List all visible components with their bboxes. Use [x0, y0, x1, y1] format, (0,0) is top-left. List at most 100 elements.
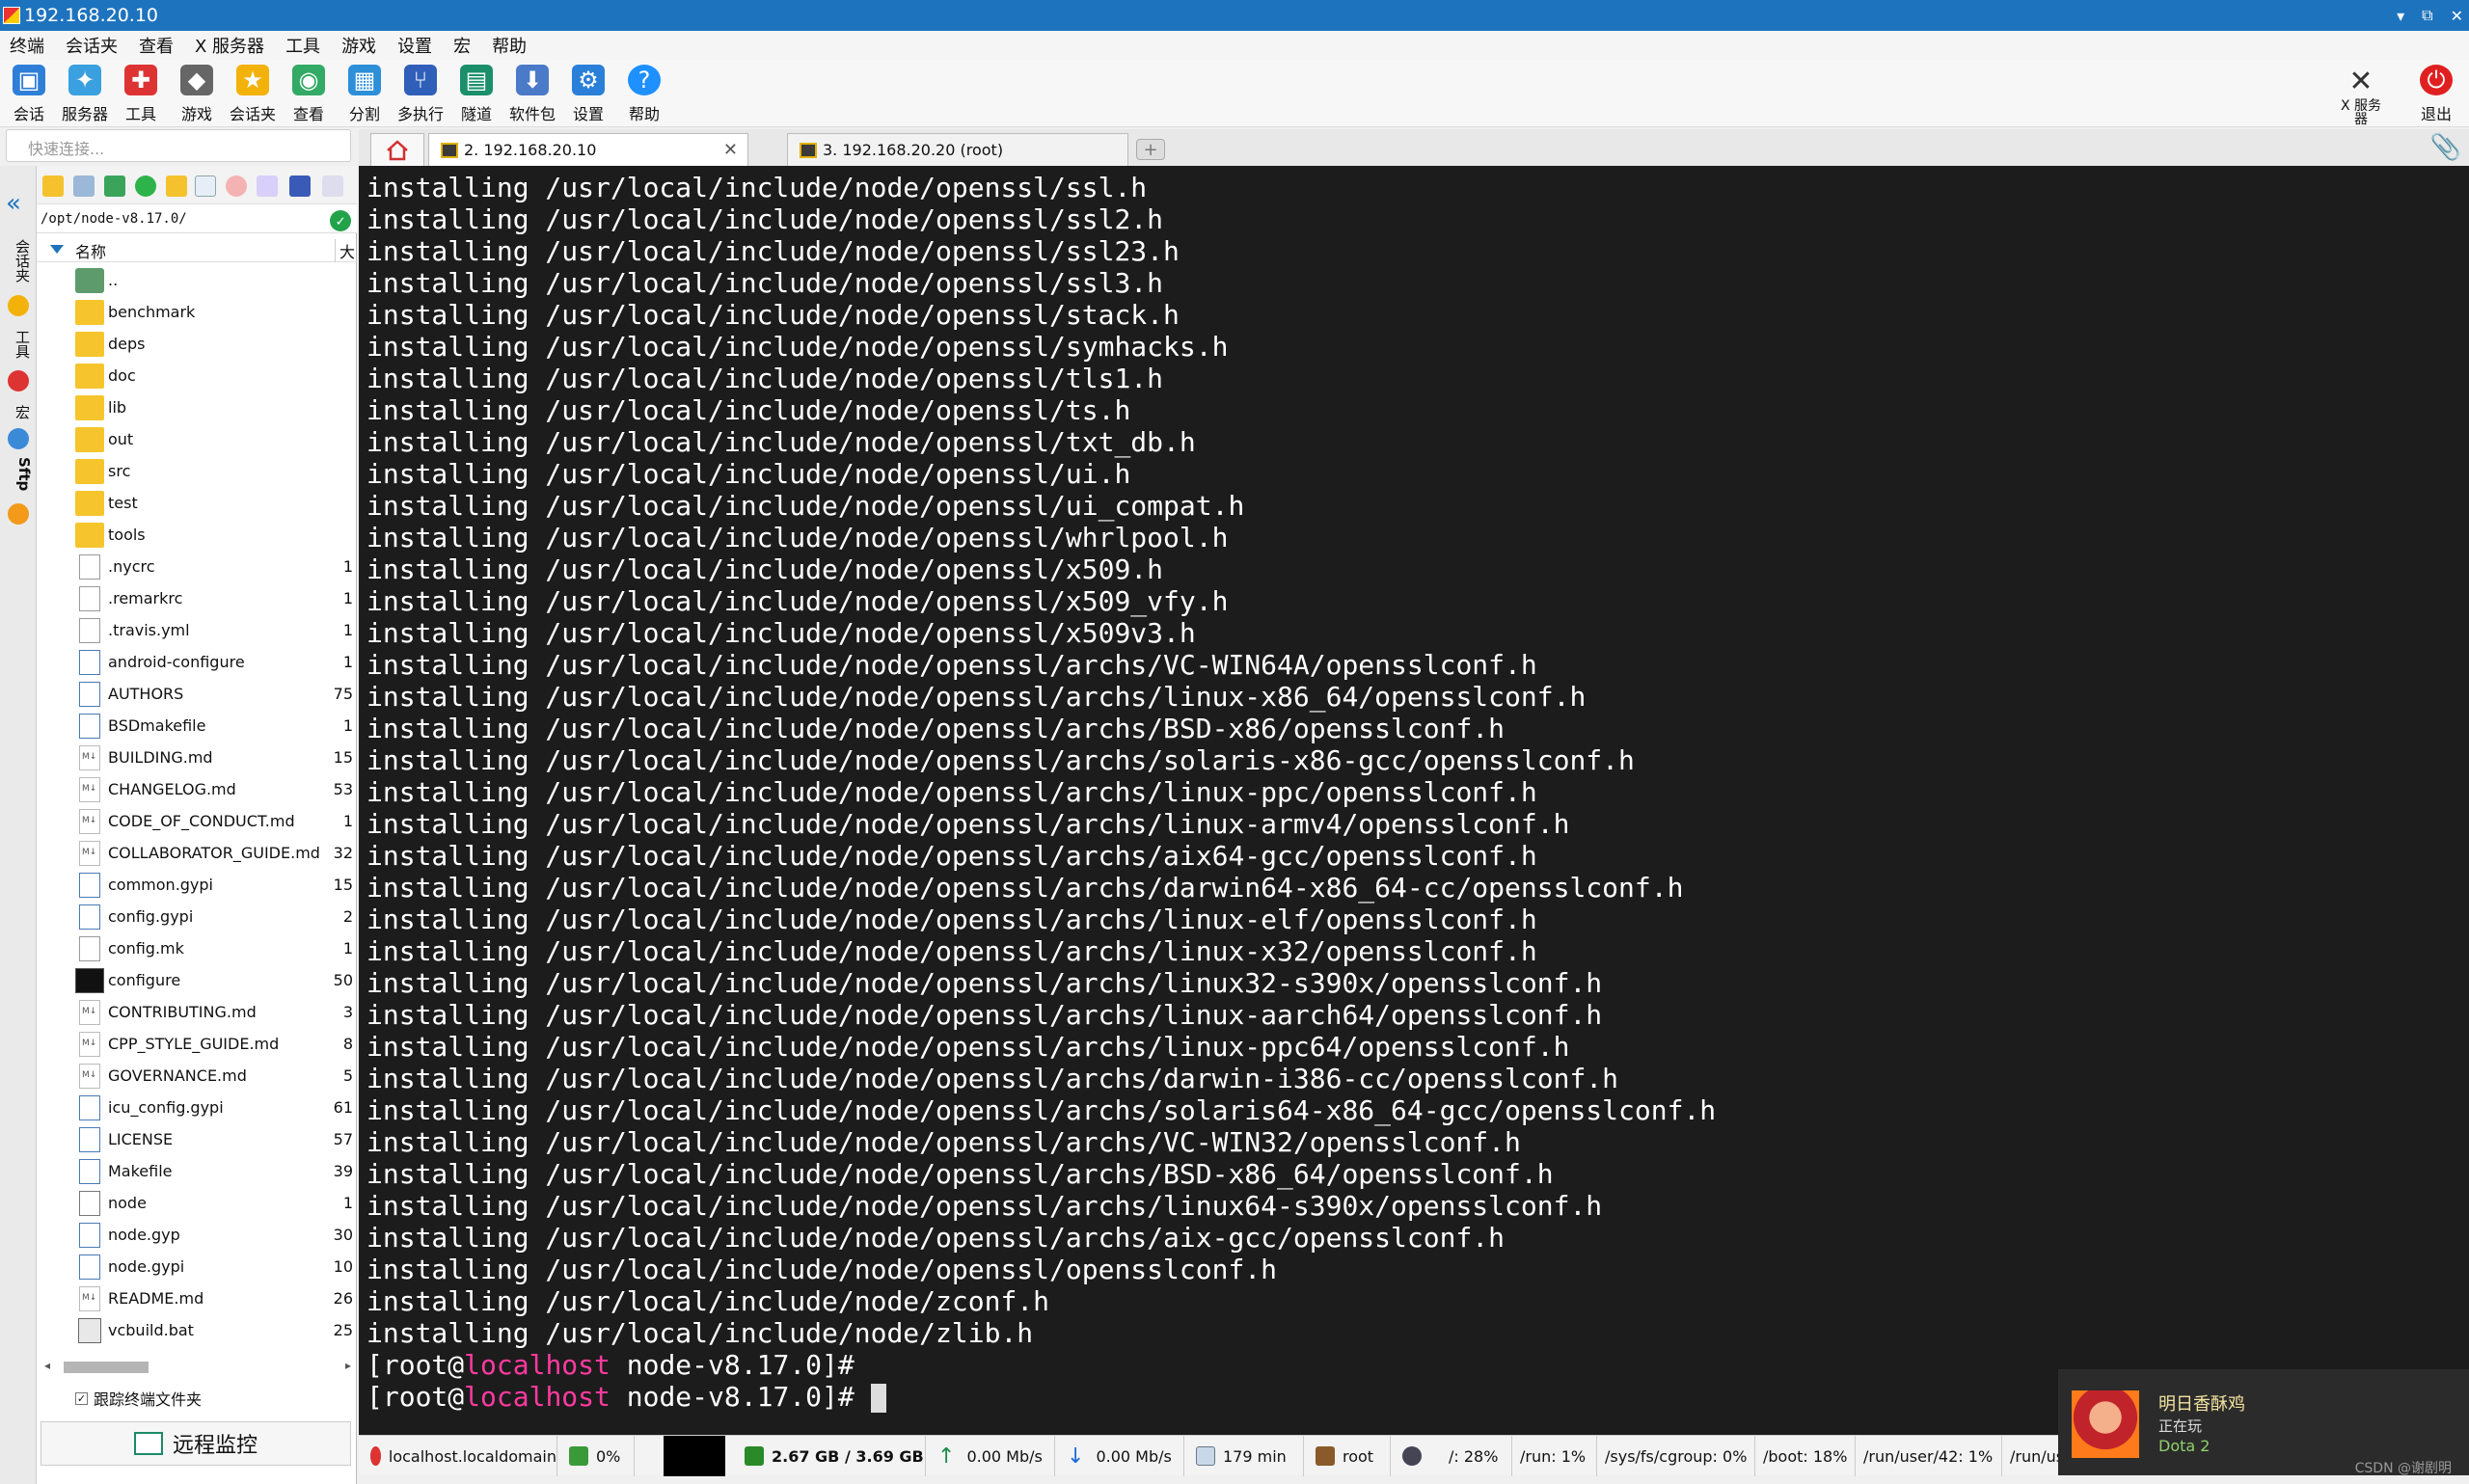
side-tab-bookmarks[interactable]: 会话夹 — [6, 239, 33, 283]
file-row[interactable]: .remarkrc 1 — [37, 582, 357, 614]
menu-item-1[interactable]: 会话夹 — [66, 33, 118, 58]
scroll-left-icon[interactable]: ◂ — [44, 1359, 50, 1372]
download-icon[interactable] — [73, 175, 95, 197]
file-row[interactable]: icu_config.gypi 61 — [37, 1092, 357, 1123]
file-row[interactable]: GOVERNANCE.md 5 — [37, 1060, 357, 1092]
new-file-icon[interactable] — [195, 175, 216, 197]
menu-item-2[interactable]: 查看 — [139, 33, 174, 58]
quick-connect-input[interactable]: 快速连接... — [6, 129, 351, 162]
menu-item-4[interactable]: 工具 — [285, 33, 320, 58]
collapse-icon[interactable]: « — [6, 189, 21, 218]
file-row[interactable]: configure 50 — [37, 964, 357, 996]
toolbar-button-0[interactable]: ▣ 会话 — [2, 63, 56, 124]
toolbar-button-11[interactable]: ? 帮助 — [617, 63, 671, 124]
file-row[interactable]: .nycrc 1 — [37, 551, 357, 582]
side-tab-macros[interactable]: 宏 — [6, 405, 33, 419]
file-row[interactable]: Makefile 39 — [37, 1155, 357, 1187]
file-row[interactable]: lib — [37, 391, 357, 423]
file-row[interactable]: .. — [37, 264, 357, 296]
toolbar-button-9[interactable]: ⬇ 软件包 — [505, 63, 559, 124]
file-row[interactable]: src — [37, 455, 357, 487]
horizontal-scrollbar[interactable]: ◂ ▸ — [44, 1358, 351, 1375]
xserver-button[interactable]: ✕ X 服务 器 — [2334, 63, 2388, 127]
column-size[interactable]: 大 — [334, 239, 355, 262]
terminal-view[interactable]: installing /usr/local/include/node/opens… — [359, 166, 2469, 1435]
file-row[interactable]: node.gypi 10 — [37, 1251, 357, 1282]
file-row[interactable]: BSDmakefile 1 — [37, 710, 357, 742]
remote-monitor-button[interactable]: 远程监控 — [41, 1421, 351, 1466]
file-row[interactable]: tools — [37, 519, 357, 551]
file-row[interactable]: CODE_OF_CONDUCT.md 1 — [37, 805, 357, 837]
tab-session-2[interactable]: 2. 192.168.20.10 ✕ — [428, 133, 748, 166]
exit-button[interactable]: ⏻ 退出 — [2409, 63, 2463, 124]
toolbar-button-2[interactable]: ✚ 工具 — [114, 63, 168, 124]
star-icon — [8, 295, 29, 316]
follow-terminal-checkbox[interactable]: ✓ — [75, 1391, 88, 1405]
file-row[interactable]: test — [37, 487, 357, 519]
toolbar-button-8[interactable]: ▤ 隧道 — [449, 63, 503, 124]
toolbar-button-10[interactable]: ⚙ 设置 — [561, 63, 615, 124]
prompt-at: @ — [448, 1349, 465, 1381]
file-row[interactable]: node.gyp 30 — [37, 1219, 357, 1251]
toolbar-button-3[interactable]: ◆ 游戏 — [170, 63, 224, 124]
file-row[interactable]: android-configure 1 — [37, 646, 357, 678]
file-row[interactable]: vcbuild.bat 25 — [37, 1314, 357, 1346]
terminal-line: installing /usr/local/include/node/opens… — [366, 808, 1570, 840]
side-tab-sftp[interactable]: Sftp — [6, 457, 33, 491]
file-row[interactable]: BUILDING.md 15 — [37, 742, 357, 773]
menu-item-6[interactable]: 设置 — [397, 33, 432, 58]
file-row[interactable]: deps — [37, 328, 357, 360]
restore-icon[interactable]: ⧉ — [2422, 6, 2432, 25]
toolbar-button-5[interactable]: ◉ 查看 — [282, 63, 336, 124]
refresh-icon[interactable] — [135, 175, 156, 197]
toolbar-button-7[interactable]: ⑂ 多执行 — [393, 63, 448, 124]
toolbar-button-4[interactable]: ★ 会话夹 — [226, 63, 280, 124]
scroll-thumb[interactable] — [64, 1362, 149, 1373]
file-row[interactable]: doc — [37, 360, 357, 391]
file-row[interactable]: out — [37, 423, 357, 455]
close-tab-icon[interactable]: ✕ — [723, 140, 738, 160]
file-name: CODE_OF_CONDUCT.md — [108, 812, 295, 830]
paperclip-icon[interactable]: 📎 — [2430, 133, 2461, 162]
side-tab-tools[interactable]: 工具 — [6, 330, 33, 359]
edit-icon[interactable] — [322, 175, 343, 197]
minimize-icon[interactable]: ▾ — [2397, 7, 2404, 25]
tab-session-3[interactable]: 3. 192.168.20.20 (root) — [787, 133, 1128, 166]
new-tab-button[interactable]: + — [1136, 139, 1165, 160]
file-row[interactable]: LICENSE 57 — [37, 1123, 357, 1155]
file-row[interactable]: config.gypi 2 — [37, 901, 357, 932]
file-row[interactable]: CONTRIBUTING.md 3 — [37, 996, 357, 1028]
column-name[interactable]: 名称 — [75, 239, 106, 262]
delete-icon[interactable] — [226, 175, 247, 197]
file-row[interactable]: config.mk 1 — [37, 932, 357, 964]
file-row[interactable]: benchmark — [37, 296, 357, 328]
menu-item-5[interactable]: 游戏 — [341, 33, 376, 58]
menu-item-7[interactable]: 宏 — [453, 33, 471, 58]
upload-icon[interactable] — [104, 175, 125, 197]
file-row[interactable]: common.gypi 15 — [37, 869, 357, 901]
close-icon[interactable]: ✕ — [2451, 7, 2463, 25]
menu-item-8[interactable]: 帮助 — [492, 33, 527, 58]
parent-folder-icon[interactable] — [42, 175, 64, 197]
toolbar-button-6[interactable]: ▦ 分割 — [338, 63, 392, 124]
menu-item-3[interactable]: X 服务器 — [195, 33, 264, 58]
home-tab[interactable] — [370, 133, 424, 166]
toolbar-button-1[interactable]: ✦ 服务器 — [58, 63, 112, 124]
terminal-prompt: [root@localhost node-v8.17.0]# — [366, 1349, 1716, 1381]
follow-terminal-option[interactable]: ✓ 跟踪终端文件夹 — [75, 1387, 202, 1410]
file-row[interactable]: README.md 26 — [37, 1282, 357, 1314]
file-row[interactable]: AUTHORS 75 — [37, 678, 357, 710]
file-row[interactable]: node 1 — [37, 1187, 357, 1219]
file-row[interactable]: .travis.yml 1 — [37, 614, 357, 646]
permissions-icon[interactable] — [289, 175, 311, 197]
rename-icon[interactable] — [257, 175, 278, 197]
file-row[interactable]: CPP_STYLE_GUIDE.md 8 — [37, 1028, 357, 1060]
path-ok-icon[interactable]: ✓ — [330, 210, 351, 231]
file-row[interactable]: CHANGELOG.md 53 — [37, 773, 357, 805]
file-row[interactable]: COLLABORATOR_GUIDE.md 32 — [37, 837, 357, 869]
sftp-path-bar[interactable]: /opt/node-v8.17.0/ ✓ — [37, 204, 357, 233]
menu-item-0[interactable]: 终端 — [10, 33, 44, 58]
scroll-right-icon[interactable]: ▸ — [345, 1359, 351, 1372]
new-folder-icon[interactable] — [166, 175, 187, 197]
file-name: COLLABORATOR_GUIDE.md — [108, 844, 320, 862]
